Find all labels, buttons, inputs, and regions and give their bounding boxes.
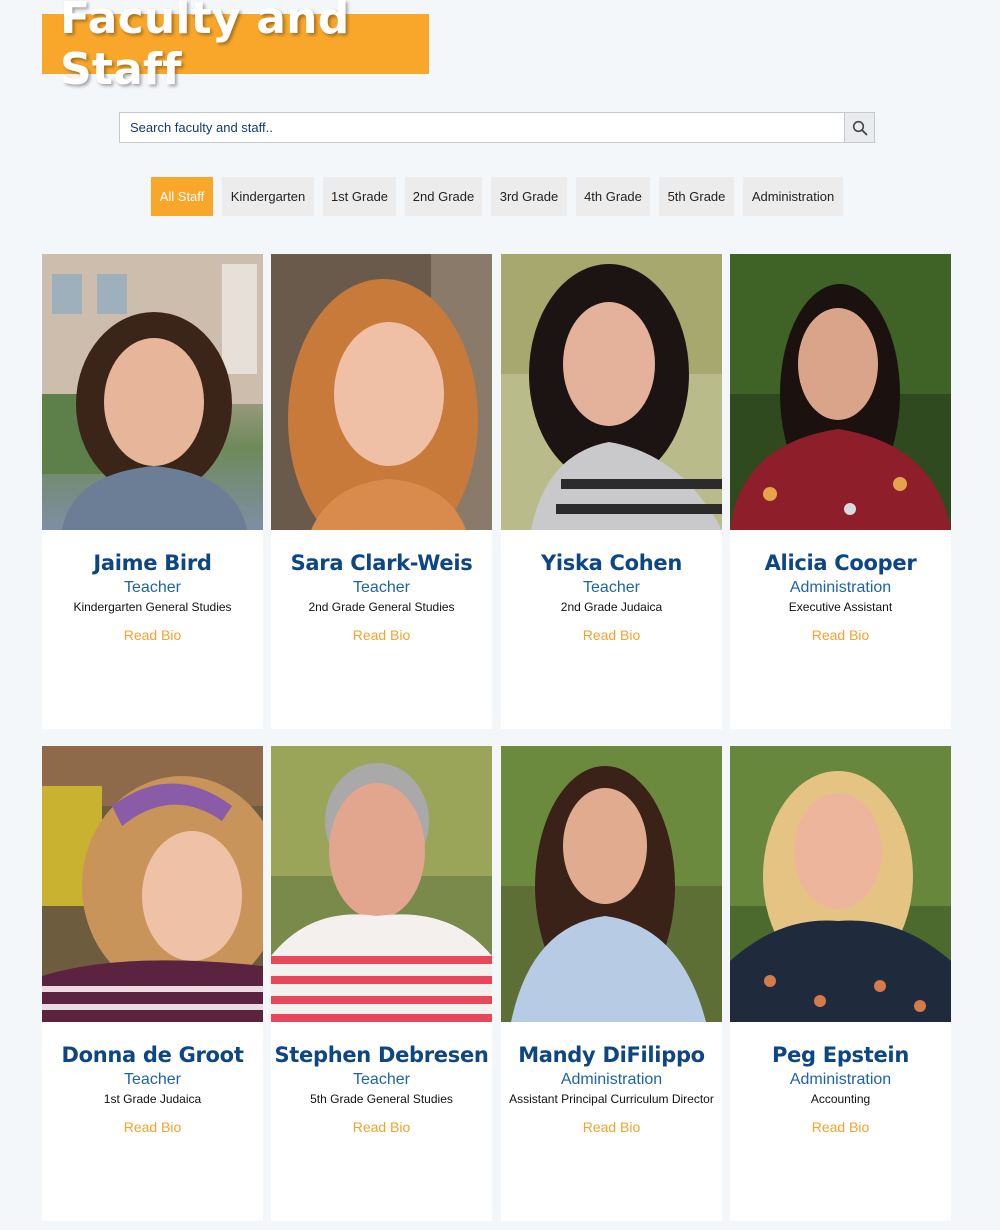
- staff-name[interactable]: Stephen Debresen: [271, 1043, 492, 1067]
- search-input[interactable]: [119, 112, 844, 143]
- staff-card: Stephen Debresen Teacher 5th Grade Gener…: [271, 746, 492, 1221]
- staff-role: Teacher: [124, 1071, 181, 1088]
- staff-name[interactable]: Donna de Groot: [42, 1043, 263, 1067]
- filter-2nd-grade[interactable]: 2nd Grade: [405, 177, 482, 216]
- staff-role: Teacher: [124, 579, 181, 596]
- read-bio-link[interactable]: Read Bio: [583, 627, 641, 643]
- staff-department: 2nd Grade Judaica: [560, 600, 663, 614]
- staff-name[interactable]: Yiska Cohen: [501, 551, 722, 575]
- staff-card: Peg Epstein Administration Accounting Re…: [730, 746, 951, 1221]
- staff-department: Accounting: [810, 1092, 871, 1106]
- filter-administration[interactable]: Administration: [743, 177, 843, 216]
- staff-name[interactable]: Jaime Bird: [42, 551, 263, 575]
- staff-photo[interactable]: [730, 254, 951, 530]
- staff-photo[interactable]: [271, 746, 492, 1022]
- staff-department: Kindergarten General Studies: [73, 600, 232, 614]
- staff-photo[interactable]: [501, 746, 722, 1022]
- staff-name[interactable]: Mandy DiFilippo: [501, 1043, 722, 1067]
- staff-card: Mandy DiFilippo Administration Assistant…: [501, 746, 722, 1221]
- filter-4th-grade[interactable]: 4th Grade: [576, 177, 650, 216]
- search-icon: [852, 120, 867, 135]
- staff-role: Administration: [560, 1071, 663, 1088]
- filter-5th-grade[interactable]: 5th Grade: [659, 177, 734, 216]
- page-title-banner: Faculty and Staff: [42, 0, 429, 95]
- staff-card: Donna de Groot Teacher 1st Grade Judaica…: [42, 746, 263, 1221]
- staff-photo[interactable]: [730, 746, 951, 1022]
- read-bio-link[interactable]: Read Bio: [812, 1119, 870, 1135]
- staff-role: Administration: [789, 1071, 892, 1088]
- staff-role: Teacher: [353, 1071, 410, 1088]
- staff-photo[interactable]: [271, 254, 492, 530]
- read-bio-link[interactable]: Read Bio: [124, 1119, 182, 1135]
- staff-name[interactable]: Peg Epstein: [730, 1043, 951, 1067]
- page-title: Faculty and Staff: [60, 0, 350, 95]
- staff-role: Teacher: [583, 579, 640, 596]
- filter-1st-grade[interactable]: 1st Grade: [323, 177, 396, 216]
- staff-role: Administration: [789, 579, 892, 596]
- read-bio-link[interactable]: Read Bio: [124, 627, 182, 643]
- read-bio-link[interactable]: Read Bio: [353, 627, 411, 643]
- filter-all-staff[interactable]: All Staff: [151, 177, 213, 216]
- filter-bar: All Staff Kindergarten 1st Grade 2nd Gra…: [0, 177, 1000, 216]
- staff-photo[interactable]: [42, 254, 263, 530]
- staff-department: 2nd Grade General Studies: [308, 600, 455, 614]
- staff-card: Jaime Bird Teacher Kindergarten General …: [42, 254, 263, 729]
- staff-card: Yiska Cohen Teacher 2nd Grade Judaica Re…: [501, 254, 722, 729]
- staff-photo[interactable]: [42, 746, 263, 1022]
- staff-role: Teacher: [353, 579, 410, 596]
- read-bio-link[interactable]: Read Bio: [812, 627, 870, 643]
- staff-department: 5th Grade General Studies: [310, 1092, 453, 1106]
- staff-photo[interactable]: [501, 254, 722, 530]
- filter-kindergarten[interactable]: Kindergarten: [222, 177, 314, 216]
- search-bar: [119, 112, 875, 143]
- staff-name[interactable]: Sara Clark-Weis: [271, 551, 492, 575]
- staff-name[interactable]: Alicia Cooper: [730, 551, 951, 575]
- staff-department: Assistant Principal Curriculum Director: [509, 1092, 714, 1106]
- staff-department: Executive Assistant: [788, 600, 893, 614]
- staff-card: Sara Clark-Weis Teacher 2nd Grade Genera…: [271, 254, 492, 729]
- read-bio-link[interactable]: Read Bio: [583, 1119, 641, 1135]
- filter-3rd-grade[interactable]: 3rd Grade: [491, 177, 567, 216]
- read-bio-link[interactable]: Read Bio: [353, 1119, 411, 1135]
- staff-card: Alicia Cooper Administration Executive A…: [730, 254, 951, 729]
- staff-department: 1st Grade Judaica: [103, 1092, 202, 1106]
- search-button[interactable]: [844, 112, 875, 143]
